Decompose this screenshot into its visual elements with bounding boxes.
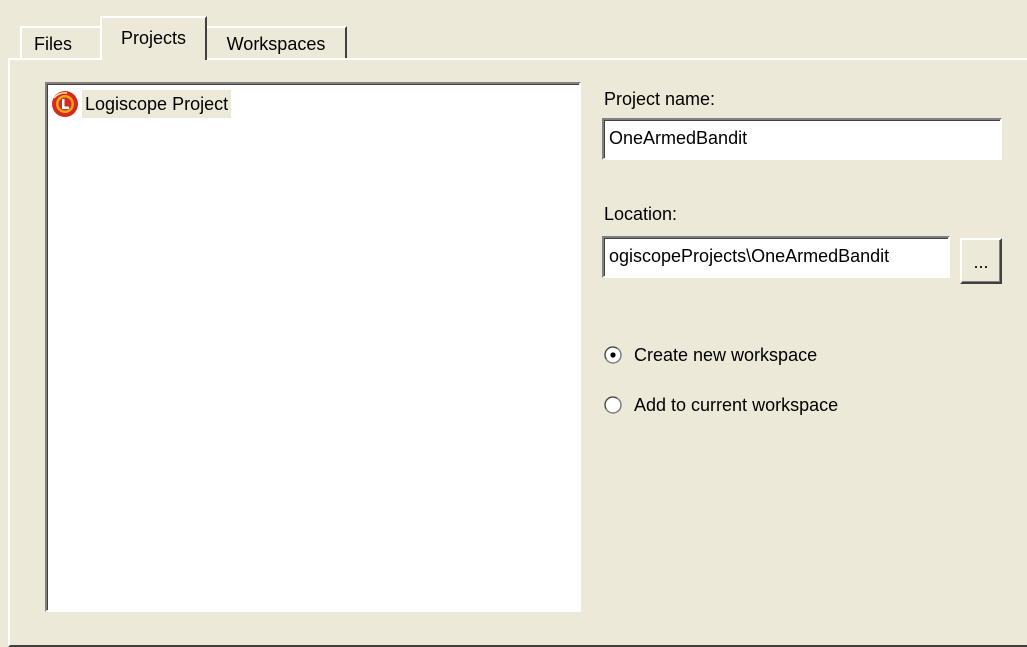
project-name-label: Project name: xyxy=(604,89,716,109)
tab-projects[interactable]: Projects xyxy=(100,16,207,60)
location-input[interactable]: ogiscopeProjects\OneArmedBandit xyxy=(602,236,950,278)
tab-files-label: Files xyxy=(34,34,73,54)
project-name-input[interactable]: OneArmedBandit xyxy=(602,118,1002,160)
radio-create-new-workspace[interactable]: Create new workspace xyxy=(604,341,817,369)
radio-create-new-workspace-label: Create new workspace xyxy=(634,345,818,365)
new-project-dialog: Files Projects Workspaces Logiscope Proj… xyxy=(0,0,1027,647)
tab-projects-label: Projects xyxy=(120,28,187,48)
radio-add-to-current-workspace[interactable]: Add to current workspace xyxy=(604,391,838,419)
list-item-label: Logiscope Project xyxy=(82,90,232,118)
tab-workspaces[interactable]: Workspaces xyxy=(207,26,347,60)
tab-workspaces-label: Workspaces xyxy=(226,34,326,54)
radio-add-to-current-workspace-label: Add to current workspace xyxy=(634,395,839,415)
list-item-logiscope-project[interactable]: Logiscope Project xyxy=(51,88,232,120)
browse-button[interactable]: ... xyxy=(960,238,1002,284)
radio-unchecked-icon[interactable] xyxy=(604,396,622,414)
tab-files[interactable]: Files xyxy=(20,26,100,60)
location-label: Location: xyxy=(604,204,678,224)
project-type-list[interactable]: Logiscope Project xyxy=(45,82,581,612)
radio-checked-icon[interactable] xyxy=(604,346,622,364)
logiscope-logo-icon xyxy=(51,90,79,118)
